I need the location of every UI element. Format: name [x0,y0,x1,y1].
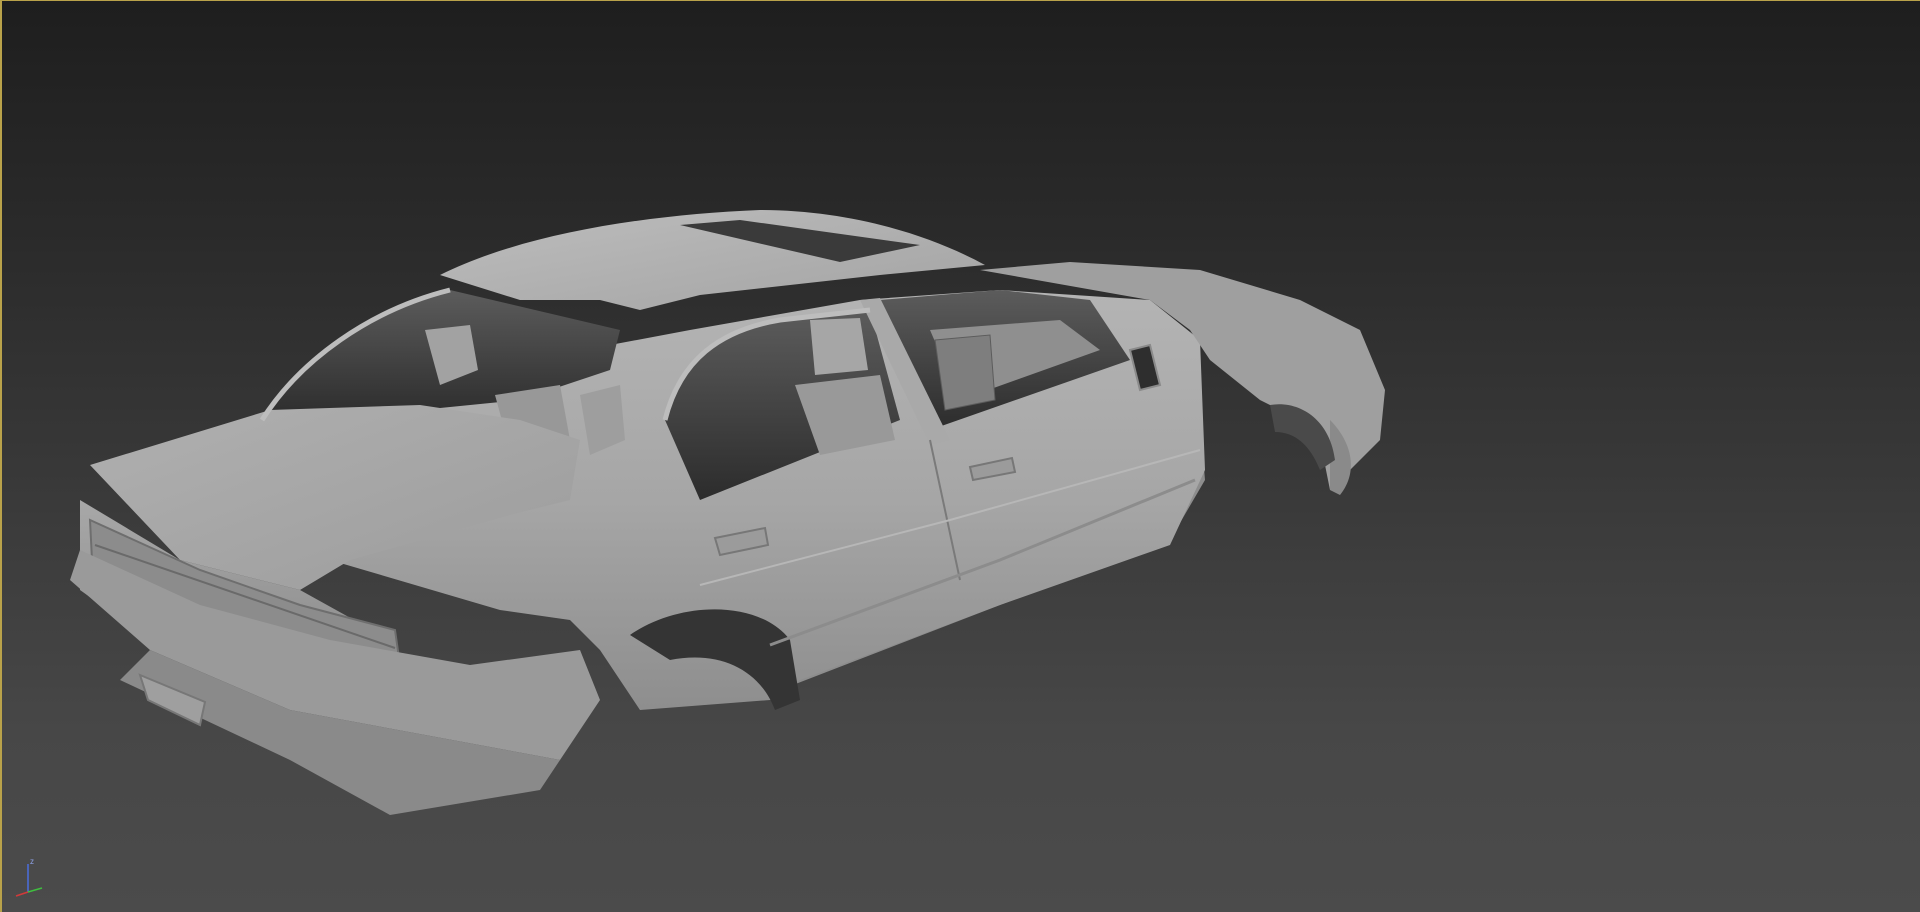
y-axis-line [27,887,43,893]
x-axis-line [15,891,29,897]
front-seat-headrest [810,318,868,375]
center-console [934,334,996,411]
z-axis-label: z [30,857,34,866]
car-body-model[interactable] [0,0,1920,912]
3d-viewport[interactable]: z [0,0,1920,912]
axis-gizmo: z [15,857,43,897]
